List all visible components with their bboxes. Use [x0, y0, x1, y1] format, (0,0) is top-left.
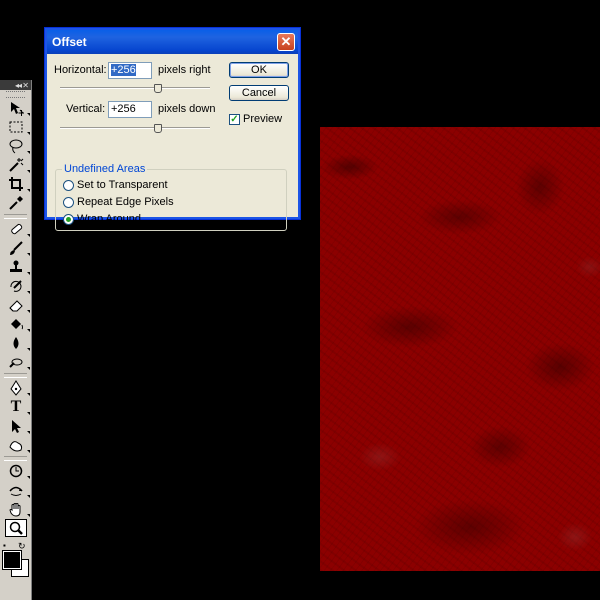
3d-rotate-tool-icon[interactable] [5, 481, 30, 499]
magic-wand-tool-icon[interactable] [5, 156, 30, 174]
hand-tool-icon[interactable] [5, 500, 30, 518]
cancel-button[interactable]: Cancel [229, 85, 289, 101]
undefined-areas-group: Undefined Areas Set to Transparent Repea… [55, 163, 287, 231]
radio-button-selected[interactable] [63, 213, 74, 225]
horizontal-slider-track [60, 87, 210, 89]
vertical-unit: pixels down [158, 103, 216, 115]
document-canvas[interactable] [320, 127, 600, 571]
radio-label: Wrap Around [77, 213, 142, 225]
radio-set-to-transparent[interactable]: Set to Transparent [63, 179, 168, 191]
eyedropper-tool-icon[interactable] [5, 194, 27, 212]
preview-label: Preview [243, 113, 283, 125]
toolbox-divider [4, 214, 27, 219]
horizontal-input[interactable]: +256 [108, 62, 152, 79]
tools-panel-grip[interactable] [6, 91, 25, 98]
history-brush-tool-icon[interactable] [5, 277, 30, 295]
type-tool-icon[interactable]: T [5, 398, 30, 416]
horizontal-value: +256 [111, 64, 136, 76]
close-icon: ✕ [280, 34, 292, 49]
dialog-title: Offset [52, 35, 87, 49]
crop-tool-icon[interactable] [5, 175, 30, 193]
collapse-close-icon[interactable]: ◂◂ ✕ [15, 81, 29, 90]
vertical-label: Vertical: [66, 103, 106, 115]
preview-checkbox[interactable]: ✓ Preview [229, 113, 282, 125]
dodge-tool-icon[interactable] [5, 353, 30, 371]
radio-button[interactable] [63, 179, 74, 191]
dialog-titlebar[interactable]: Offset ✕ [47, 30, 298, 54]
vertical-slider-thumb[interactable] [154, 124, 162, 133]
toolbox-divider [4, 373, 27, 378]
undefined-areas-title: Undefined Areas [62, 163, 148, 175]
foreground-color-swatch[interactable] [2, 550, 22, 570]
vertical-slider[interactable] [60, 124, 210, 134]
paint-bucket-tool-icon[interactable] [5, 315, 30, 333]
vertical-input[interactable]: +256 [108, 101, 152, 118]
check-icon: ✓ [230, 113, 239, 125]
toolbox-divider [4, 456, 27, 461]
radio-wrap-around[interactable]: Wrap Around [63, 213, 141, 225]
pen-tool-icon[interactable] [5, 379, 30, 397]
notes-tool-icon[interactable] [5, 462, 30, 480]
path-selection-tool-icon[interactable] [5, 417, 30, 435]
radio-label: Repeat Edge Pixels [77, 196, 174, 208]
move-tool-icon[interactable] [5, 99, 30, 117]
type-tool-glyph: T [10, 398, 22, 415]
horizontal-label: Horizontal: [54, 64, 107, 76]
horizontal-unit: pixels right [158, 64, 211, 76]
color-swatches: ▪ ↻ [0, 541, 31, 577]
offset-dialog: Offset ✕ Horizontal: +256 pixels right V… [44, 27, 301, 231]
brush-tool-icon[interactable] [5, 239, 30, 257]
healing-brush-tool-icon[interactable] [5, 220, 30, 238]
vertical-value: +256 [111, 103, 136, 115]
marquee-tool-icon[interactable] [5, 118, 30, 136]
preview-checkbox-box[interactable]: ✓ [229, 113, 240, 125]
close-button[interactable]: ✕ [277, 33, 295, 51]
horizontal-slider[interactable] [60, 84, 210, 94]
zoom-tool-icon[interactable] [5, 519, 27, 537]
lasso-tool-icon[interactable] [5, 137, 30, 155]
blur-tool-icon[interactable] [5, 334, 30, 352]
custom-shape-tool-icon[interactable] [5, 436, 30, 454]
eraser-tool-icon[interactable] [5, 296, 30, 314]
radio-repeat-edge-pixels[interactable]: Repeat Edge Pixels [63, 196, 174, 208]
tools-panel-header[interactable]: ◂◂ ✕ [0, 80, 31, 90]
clone-stamp-tool-icon[interactable] [5, 258, 30, 276]
vertical-slider-track [60, 127, 210, 129]
tools-panel: ◂◂ ✕ T ▪ ↻ [0, 80, 32, 600]
ok-button[interactable]: OK [229, 62, 289, 78]
radio-label: Set to Transparent [77, 179, 168, 191]
default-colors-icon[interactable]: ▪ [3, 541, 6, 550]
radio-button[interactable] [63, 196, 74, 208]
horizontal-slider-thumb[interactable] [154, 84, 162, 93]
